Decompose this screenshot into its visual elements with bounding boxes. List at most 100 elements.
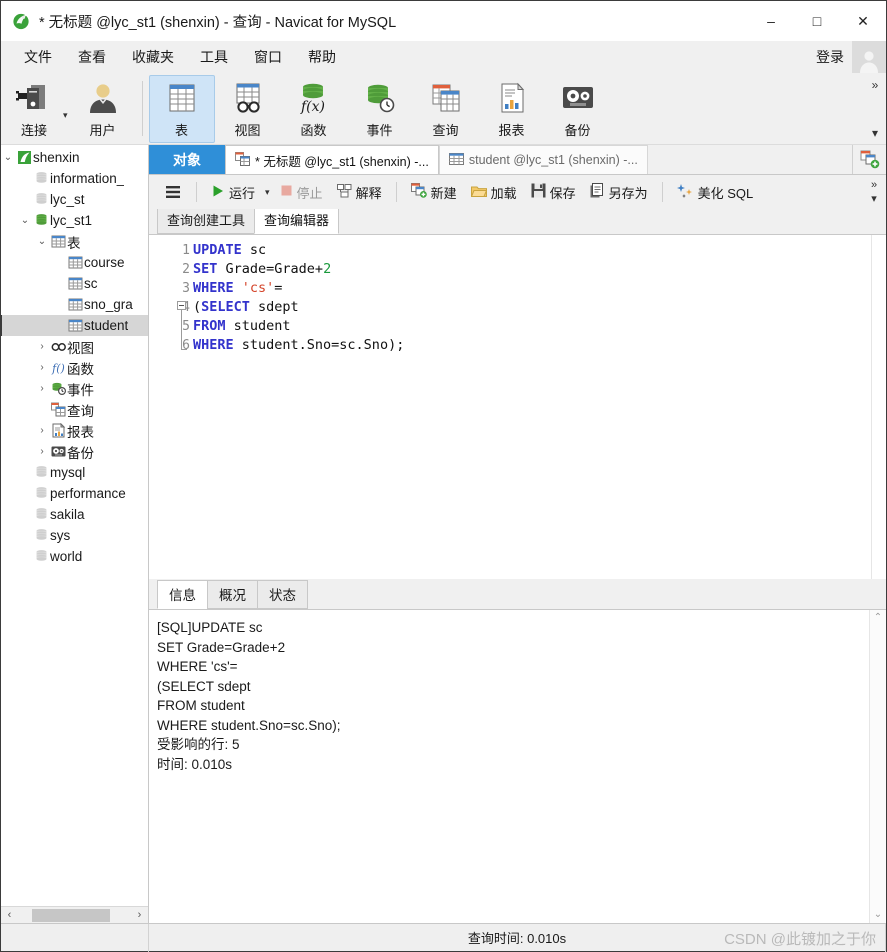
tree-node-sc[interactable]: sc (1, 273, 148, 294)
menu-tools[interactable]: 工具 (187, 43, 241, 71)
run-dropdown-chevron-icon[interactable]: ▾ (262, 187, 273, 198)
toolbar-button-query[interactable]: 查询 (413, 75, 479, 143)
subtab-query-builder[interactable]: 查询创建工具 (157, 206, 256, 234)
toolbar-label-backup: 备份 (564, 122, 591, 138)
menu-favorites[interactable]: 收藏夹 (119, 43, 187, 71)
new-tab-icon[interactable] (852, 145, 886, 174)
maximize-icon[interactable]: □ (794, 1, 840, 41)
sidebar-horizontal-scrollbar[interactable]: ‹ › (1, 906, 148, 923)
tree-node-sno_gra[interactable]: sno_gra (1, 294, 148, 315)
beautify-sql-button[interactable]: 美化 SQL (670, 179, 761, 206)
tree-node-sakila[interactable]: sakila (1, 504, 148, 525)
status-bar: 查询时间: 0.010s CSDN @此镀加之于你 (1, 923, 886, 952)
tree-node-mysql[interactable]: mysql (1, 462, 148, 483)
explain-button[interactable]: 解释 (330, 179, 389, 206)
object-tree[interactable]: ⌄ shenxin information_ lyc_st ⌄ lyc_st1 ⌄ 表 cour… (1, 145, 148, 906)
menu-help[interactable]: 帮助 (295, 43, 349, 71)
tree-node-[interactable]: › 事件 (1, 378, 148, 399)
tree-node-lyc_st1[interactable]: ⌄ lyc_st1 (1, 210, 148, 231)
table-item-icon (66, 255, 84, 270)
menu-file[interactable]: 文件 (11, 43, 65, 71)
tree-node-performance[interactable]: performance (1, 483, 148, 504)
tree-node-[interactable]: › f() 函数 (1, 357, 148, 378)
close-icon[interactable]: ✕ (840, 1, 886, 41)
tree-node-[interactable]: › 视图 (1, 336, 148, 357)
menu-window[interactable]: 窗口 (241, 43, 295, 71)
toolbar-overflow-down-icon[interactable]: ▾ (872, 127, 878, 139)
query-overflow-chevrons-icon[interactable]: » (871, 179, 877, 191)
scroll-right-icon[interactable]: › (131, 909, 148, 921)
sql-editor[interactable]: 123456 UPDATE sc SET Grade=Grade+2 WHERE '… (149, 234, 886, 579)
query-overflow-down-icon[interactable]: ▾ (871, 193, 877, 205)
tree-expander-icon[interactable]: ⌄ (18, 215, 32, 226)
menu-bar-right: 登录 (816, 41, 886, 73)
toolbar-button-function[interactable]: f(x) 函数 (281, 75, 347, 143)
load-button[interactable]: 加载 (464, 179, 524, 206)
toolbar-overflow-chevrons-icon[interactable]: » (872, 79, 879, 91)
tree-node-information_[interactable]: information_ (1, 168, 148, 189)
scroll-down-icon[interactable]: ⌄ (874, 910, 882, 920)
results-vertical-scrollbar[interactable]: ⌃ ⌄ (869, 610, 886, 923)
scroll-left-icon[interactable]: ‹ (1, 909, 18, 921)
tree-node-sys[interactable]: sys (1, 525, 148, 546)
tree-node-lyc_st[interactable]: lyc_st (1, 189, 148, 210)
tree-node-[interactable]: 查询 (1, 399, 148, 420)
tree-expander-icon[interactable]: › (35, 425, 49, 436)
tree-expander-icon[interactable]: ⌄ (1, 152, 15, 163)
scrollbar-thumb[interactable] (32, 908, 110, 922)
user-avatar-icon[interactable] (852, 41, 886, 73)
tab-objects[interactable]: 对象 (149, 145, 225, 174)
toolbar-overflow[interactable]: » ▾ (866, 73, 884, 145)
stop-button[interactable]: 停止 (273, 179, 330, 206)
toolbar-button-user[interactable]: 用户 (70, 75, 136, 143)
sidebar: ⌄ shenxin information_ lyc_st ⌄ lyc_st1 ⌄ 表 cour… (1, 145, 149, 923)
chevron-down-icon[interactable]: ▾ (63, 96, 68, 121)
tree-node-student[interactable]: student (1, 315, 148, 336)
tree-expander-icon[interactable]: › (35, 362, 49, 373)
toolbar-button-connection[interactable]: 连接 (1, 75, 67, 143)
tab-profile[interactable]: 概况 (207, 580, 258, 609)
scrollbar-track[interactable] (18, 907, 131, 924)
document-tab-query[interactable]: * 无标题 @lyc_st1 (shenxin) -... (225, 145, 439, 174)
query-time-label: 查询时间: 0.010s (467, 931, 567, 946)
toolbar-button-event[interactable]: 事件 (347, 75, 413, 143)
tree-expander-icon[interactable]: › (35, 383, 49, 394)
stop-icon (280, 184, 293, 200)
tree-node-shenxin[interactable]: ⌄ shenxin (1, 147, 148, 168)
subtab-query-editor[interactable]: 查询编辑器 (254, 206, 340, 234)
explain-label: 解释 (355, 185, 382, 201)
scroll-up-icon[interactable]: ⌃ (874, 613, 882, 623)
message-line: 时间: 0.010s (157, 756, 233, 772)
tab-message[interactable]: 信息 (157, 580, 208, 609)
view-icon (231, 79, 265, 117)
tree-node-[interactable]: › 备份 (1, 441, 148, 462)
toolbar-button-report[interactable]: 报表 (479, 75, 545, 143)
code-fold-toggle-icon[interactable] (177, 301, 186, 310)
new-query-button[interactable]: 新建 (404, 179, 464, 206)
tree-node-[interactable]: › 报表 (1, 420, 148, 441)
tree-node-[interactable]: ⌄ 表 (1, 231, 148, 252)
save-as-button[interactable]: 另存为 (583, 179, 655, 206)
toolbar-button-backup[interactable]: 备份 (545, 75, 611, 143)
hamburger-menu-icon[interactable] (157, 180, 189, 204)
document-tab-student[interactable]: student @lyc_st1 (shenxin) -... (438, 145, 648, 174)
tree-expander-icon[interactable]: › (35, 446, 49, 457)
sql-code-area[interactable]: UPDATE sc SET Grade=Grade+2 WHERE 'cs'= (SE… (193, 235, 886, 579)
toolbar-button-table[interactable]: 表 (148, 74, 215, 143)
tab-status[interactable]: 状态 (257, 580, 308, 609)
menu-view[interactable]: 查看 (65, 43, 119, 71)
save-button[interactable]: 保存 (524, 179, 583, 206)
editor-gutter: 1 2 3 4 5 6 (149, 235, 193, 579)
tree-node-course[interactable]: course (1, 252, 148, 273)
save-icon (531, 183, 546, 201)
minimize-icon[interactable]: – (748, 1, 794, 41)
tree-expander-icon[interactable]: › (35, 341, 49, 352)
query-toolbar-overflow[interactable]: » ▾ (866, 175, 882, 209)
tree-expander-icon[interactable]: ⌄ (35, 236, 49, 247)
sql-token: sc (241, 242, 267, 258)
run-button[interactable]: 运行 (204, 179, 262, 206)
tree-node-world[interactable]: world (1, 546, 148, 567)
login-link[interactable]: 登录 (816, 47, 852, 67)
toolbar-button-view[interactable]: 视图 (215, 75, 281, 143)
editor-vertical-scrollbar[interactable] (871, 235, 886, 579)
